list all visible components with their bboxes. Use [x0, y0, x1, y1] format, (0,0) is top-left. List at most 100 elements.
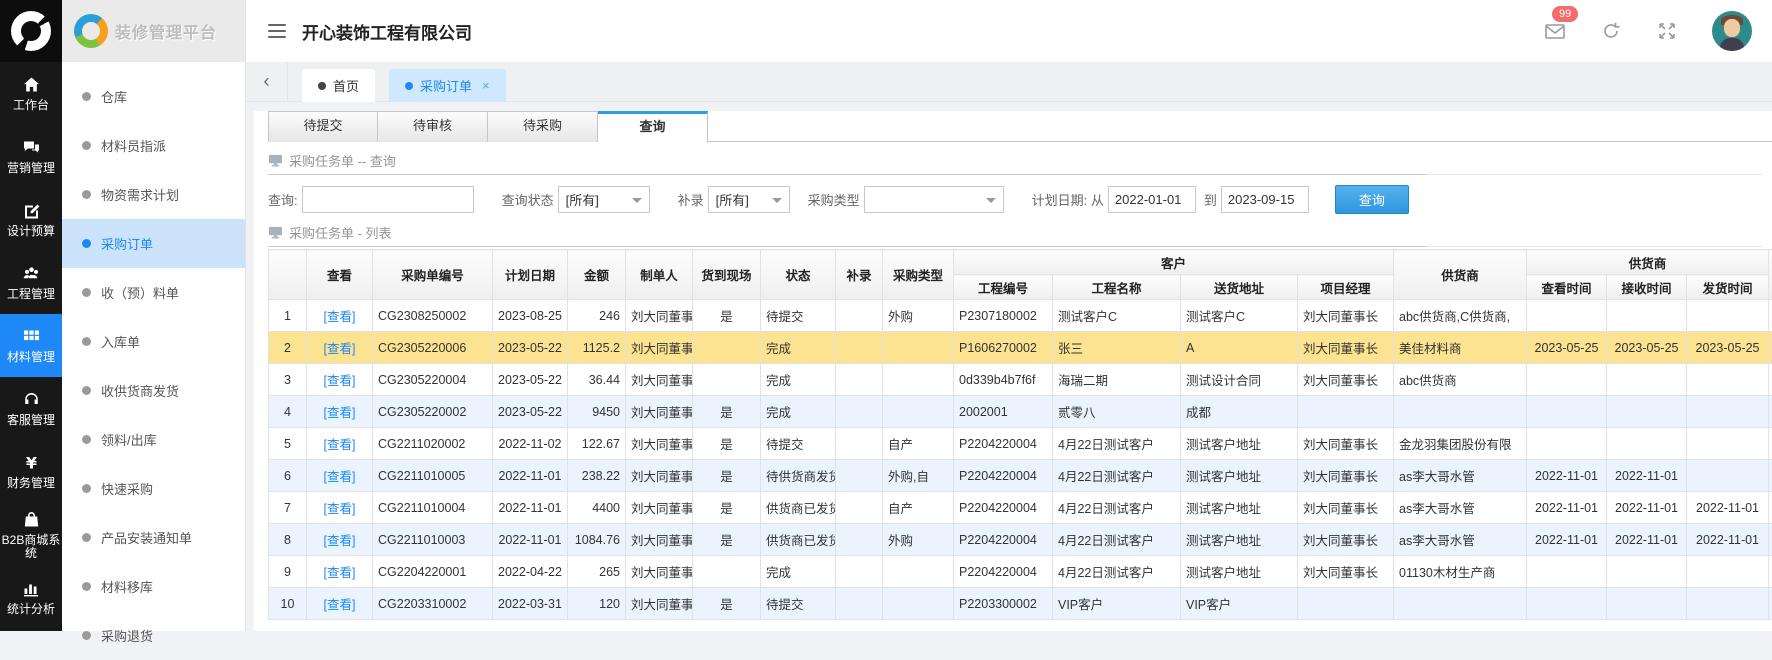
cell: P2204220004	[954, 460, 1053, 492]
view-link[interactable]: [查看]	[324, 566, 356, 580]
cell	[1607, 300, 1687, 332]
avatar[interactable]	[1712, 11, 1752, 51]
table-row: 3[查看]CG23052200042023-05-2236.44刘大同董事长完成…	[269, 364, 1772, 396]
subtab-4[interactable]: 查询	[598, 111, 708, 143]
cell: 2023-08-25	[493, 300, 568, 332]
cell	[883, 332, 954, 364]
sidebar-item-9[interactable]: 快速采购	[62, 464, 245, 513]
date-to-label: 到	[1204, 190, 1217, 209]
trailing-cell	[1769, 364, 1772, 396]
nav-item-1[interactable]: 工作台	[0, 62, 62, 125]
cell: P2204220004	[954, 524, 1053, 556]
col-creator: 制单人	[626, 250, 693, 300]
cell: CG2211020002	[373, 428, 493, 460]
sidebar-item-label: 快速采购	[101, 479, 153, 498]
cell: 10	[269, 588, 307, 620]
sidebar-item-11[interactable]: 材料移库	[62, 562, 245, 611]
query-input[interactable]	[302, 186, 474, 213]
col-trailing	[1769, 250, 1772, 300]
view-link[interactable]: [查看]	[324, 534, 356, 548]
window-tab-1[interactable]: 首页	[302, 69, 375, 102]
table-row: 8[查看]CG22110100032022-11-011084.76刘大同董事长…	[269, 524, 1772, 556]
sidebar-item-7[interactable]: 收供货商发货	[62, 366, 245, 415]
chat-icon	[22, 138, 41, 157]
supplement-label: 补录	[678, 190, 704, 209]
cell: 6	[269, 460, 307, 492]
module-sidebar: 装修管理平台 仓库材料员指派物资需求计划采购订单收（预）料单入库单收供货商发货领…	[62, 0, 246, 631]
nav-item-4[interactable]: 工程管理	[0, 251, 62, 314]
sidebar-item-2[interactable]: 材料员指派	[62, 121, 245, 170]
cell	[693, 364, 761, 396]
cell: 2022-04-22	[493, 556, 568, 588]
sidebar-item-5[interactable]: 收（预）料单	[62, 268, 245, 317]
sidebar-item-12[interactable]: 采购退货	[62, 611, 245, 660]
sidebar-item-3[interactable]: 物资需求计划	[62, 170, 245, 219]
sidebar-item-4[interactable]: 采购订单	[62, 219, 245, 268]
cell: 9	[269, 556, 307, 588]
tab-dot-icon	[318, 82, 326, 90]
cell: 4月22日测试客户	[1053, 428, 1181, 460]
cell	[836, 396, 883, 428]
nav-item-8[interactable]: B2B商城系统	[0, 503, 62, 566]
cell: CG2203310002	[373, 588, 493, 620]
cell: 是	[693, 588, 761, 620]
cell: 9450	[568, 396, 626, 428]
sidebar-item-label: 产品安装通知单	[101, 528, 192, 547]
view-link[interactable]: [查看]	[324, 310, 356, 324]
mail-icon[interactable]: 99	[1544, 20, 1566, 42]
query-label: 查询:	[268, 190, 298, 209]
app-logo[interactable]	[0, 0, 62, 62]
cell: CG2211010005	[373, 460, 493, 492]
sidebar-item-8[interactable]: 领料/出库	[62, 415, 245, 464]
cell: 2023-05-22	[493, 396, 568, 428]
nav-item-5[interactable]: 材料管理	[0, 314, 62, 377]
cell: 7	[269, 492, 307, 524]
subtab-2[interactable]: 待审核	[378, 111, 488, 142]
view-link[interactable]: [查看]	[324, 598, 356, 612]
status-select[interactable]: [所有]	[558, 186, 650, 213]
nav-item-label: 营销管理	[6, 162, 56, 175]
type-select[interactable]	[864, 186, 1004, 213]
nav-item-3[interactable]: 设计预算	[0, 188, 62, 251]
sidebar-item-1[interactable]: 仓库	[62, 72, 245, 121]
cell: 刘大同董事长	[1298, 332, 1394, 364]
sidebar-item-6[interactable]: 入库单	[62, 317, 245, 366]
nav-item-2[interactable]: 营销管理	[0, 125, 62, 188]
window-tab-2[interactable]: 采购订单×	[389, 69, 506, 102]
view-link[interactable]: [查看]	[324, 470, 356, 484]
search-button[interactable]: 查询	[1335, 185, 1409, 214]
sidebar-toggle-icon[interactable]	[268, 24, 286, 38]
cell	[693, 556, 761, 588]
fullscreen-icon[interactable]	[1656, 20, 1678, 42]
cell: 刘大同董事长	[626, 300, 693, 332]
sidebar-item-10[interactable]: 产品安装通知单	[62, 513, 245, 562]
view-link[interactable]: [查看]	[324, 342, 356, 356]
nav-item-9[interactable]: 统计分析	[0, 566, 62, 629]
cell	[836, 460, 883, 492]
date-from-input[interactable]	[1108, 186, 1196, 213]
nav-item-6[interactable]: 客服管理	[0, 377, 62, 440]
tab-scroll-left-button[interactable]: ‹	[246, 62, 288, 101]
view-link[interactable]: [查看]	[324, 502, 356, 516]
subtab-3[interactable]: 待采购	[488, 111, 598, 142]
supplement-select[interactable]: [所有]	[708, 186, 790, 213]
view-link[interactable]: [查看]	[324, 374, 356, 388]
cell	[1607, 556, 1687, 588]
date-to-input[interactable]	[1221, 186, 1309, 213]
cell	[836, 524, 883, 556]
cell: 4月22日测试客户	[1053, 556, 1181, 588]
cell	[1607, 428, 1687, 460]
bullet-dot-icon	[82, 386, 91, 395]
cell: P2204220004	[954, 492, 1053, 524]
view-link[interactable]: [查看]	[324, 406, 356, 420]
tab-close-icon[interactable]: ×	[482, 78, 490, 93]
view-link[interactable]: [查看]	[324, 438, 356, 452]
nav-item-7[interactable]: ¥财务管理	[0, 440, 62, 503]
cell: abc供货商,C供货商,	[1394, 300, 1527, 332]
cell: 刘大同董事长	[1298, 524, 1394, 556]
table-header: 查看 采购单编号 计划日期 金额 制单人 货到现场 状态 补录 采购类型 客户 …	[269, 250, 1772, 300]
refresh-icon[interactable]	[1600, 20, 1622, 42]
subtab-1[interactable]: 待提交	[268, 111, 378, 142]
cell: 贰零八	[1053, 396, 1181, 428]
col-rownum	[269, 250, 307, 300]
